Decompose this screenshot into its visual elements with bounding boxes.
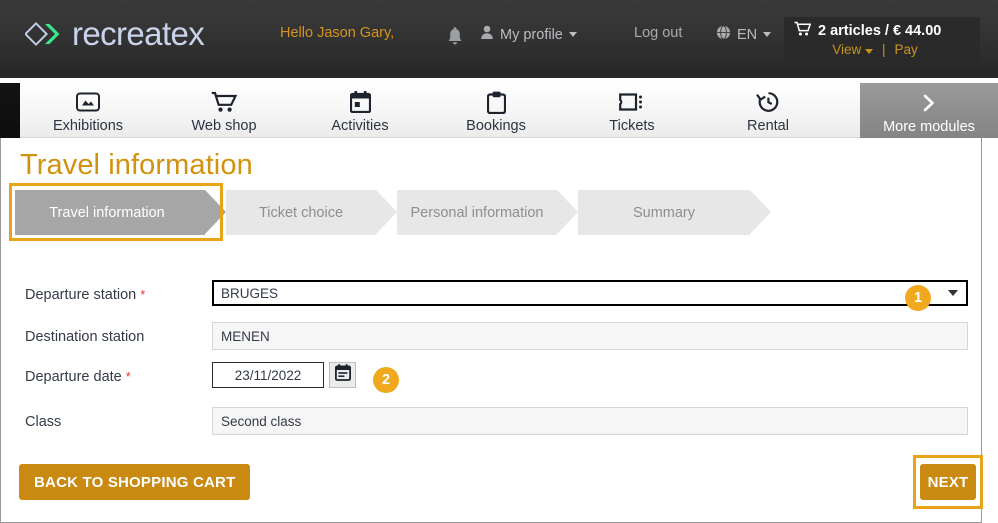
class-value: Second class <box>221 413 302 429</box>
ticket-icon <box>619 90 645 114</box>
logout-link[interactable]: Log out <box>634 25 682 41</box>
departure-station-value: BRUGES <box>221 285 279 301</box>
page-title: Travel information <box>20 149 253 181</box>
destination-station-input: MENEN <box>212 322 968 350</box>
departure-date-picker[interactable] <box>329 362 356 388</box>
image-picture-icon <box>76 90 100 114</box>
required-marker: * <box>125 369 131 384</box>
chevron-down-icon <box>568 32 577 37</box>
shopping-cart-icon <box>211 90 237 114</box>
cart-pay-link[interactable]: Pay <box>895 42 918 57</box>
destination-station-value: MENEN <box>221 328 270 344</box>
departure-station-select[interactable]: BRUGES <box>212 280 968 306</box>
next-button[interactable]: NEXT <box>920 464 976 500</box>
brand-logo[interactable]: recreatex <box>23 15 205 52</box>
chevron-down-icon <box>763 32 772 37</box>
user-greeting: Hello Jason Gary, <box>280 25 395 41</box>
module-navigation-bar: Exhibitions Web shop Activities Bookings… <box>20 83 998 138</box>
nav-item-activities[interactable]: Activities <box>292 83 428 138</box>
chevron-down-icon <box>865 49 873 54</box>
nav-label: Tickets <box>609 118 655 134</box>
nav-item-rental[interactable]: Rental <box>700 83 836 138</box>
step-label: Personal information <box>410 204 544 221</box>
nav-item-bookings[interactable]: Bookings <box>428 83 564 138</box>
departure-date-label: Departure date * <box>25 362 131 392</box>
user-icon <box>480 25 494 44</box>
cart-view-label: View <box>832 42 862 57</box>
chevron-right-icon <box>920 91 938 115</box>
wizard-stepper: Travel information Ticket choice Persona… <box>15 190 771 235</box>
field-row-departure-station: Departure station * BRUGES <box>1 280 981 322</box>
bell-icon[interactable] <box>445 26 465 48</box>
field-row-destination-station: Destination station MENEN <box>1 322 981 362</box>
departure-station-control: BRUGES <box>212 280 968 306</box>
departure-date-control: 23/11/2022 <box>212 362 356 388</box>
step-summary[interactable]: Summary <box>578 190 771 235</box>
cart-summary-panel: 2 articles / € 44.00 View | Pay <box>784 17 980 67</box>
brand-logo-text: recreatex <box>72 15 205 52</box>
step-label: Summary <box>632 204 696 221</box>
step-label: Ticket choice <box>258 204 344 221</box>
diamond-chevron-logo-icon <box>23 19 61 49</box>
cart-view-link[interactable]: View <box>832 42 873 57</box>
language-label: EN <box>737 26 758 43</box>
calendar-icon <box>349 90 371 114</box>
nav-label: Web shop <box>191 118 257 134</box>
nav-item-more-modules[interactable]: More modules <box>860 83 998 138</box>
nav-label: Activities <box>331 118 389 134</box>
class-control: Second class <box>212 407 968 435</box>
step-personal-information[interactable]: Personal information <box>397 190 578 235</box>
cart-separator: | <box>882 42 886 57</box>
field-row-class: Class Second class <box>1 407 981 447</box>
cart-summary-text: 2 articles / € 44.00 <box>818 22 942 39</box>
class-input: Second class <box>212 407 968 435</box>
globe-icon <box>716 25 731 44</box>
nav-label: Bookings <box>466 118 526 134</box>
step-ticket-choice[interactable]: Ticket choice <box>226 190 397 235</box>
nav-left-strip <box>0 83 20 138</box>
cart-total-row[interactable]: 2 articles / € 44.00 <box>784 21 980 40</box>
my-profile-label: My profile <box>500 26 563 43</box>
nav-label: More modules <box>883 119 975 135</box>
travel-information-form: Departure station * BRUGES Destination s… <box>1 280 981 447</box>
next-button-highlight: NEXT <box>913 455 983 509</box>
required-marker: * <box>140 287 146 302</box>
language-selector[interactable]: EN <box>716 25 772 44</box>
chevron-down-icon <box>948 290 958 296</box>
calendar-icon <box>334 364 351 386</box>
nav-item-exhibitions[interactable]: Exhibitions <box>20 83 156 138</box>
destination-station-control: MENEN <box>212 322 968 350</box>
label-text: Departure date <box>25 369 122 385</box>
step-travel-information[interactable]: Travel information <box>15 190 226 235</box>
cart-actions-row: View | Pay <box>784 42 980 57</box>
shopping-cart-icon <box>794 21 812 40</box>
nav-item-web-shop[interactable]: Web shop <box>156 83 292 138</box>
clipboard-icon <box>486 90 506 114</box>
clock-history-icon <box>756 90 780 114</box>
my-profile-menu[interactable]: My profile <box>480 25 577 44</box>
label-text: Departure station <box>25 287 137 303</box>
departure-station-label: Departure station * <box>25 280 145 310</box>
departure-date-value: 23/11/2022 <box>234 367 302 383</box>
top-header-bar: recreatex Hello Jason Gary, My profile L… <box>0 0 998 78</box>
step-label: Travel information <box>49 204 165 221</box>
class-label: Class <box>25 414 62 430</box>
nav-label: Exhibitions <box>52 118 124 134</box>
page-content: Travel information Travel information Ti… <box>0 138 982 523</box>
application-window: recreatex Hello Jason Gary, My profile L… <box>0 0 998 523</box>
nav-label: Rental <box>747 118 789 134</box>
destination-station-label: Destination station <box>25 329 145 345</box>
departure-date-input[interactable]: 23/11/2022 <box>212 362 324 388</box>
annotation-badge-1: 1 <box>905 285 931 311</box>
nav-item-tickets[interactable]: Tickets <box>564 83 700 138</box>
annotation-badge-2: 2 <box>373 367 399 393</box>
field-row-departure-date: Departure date * 23/11/2022 <box>1 362 981 407</box>
back-to-shopping-cart-button[interactable]: BACK TO SHOPPING CART <box>19 464 251 500</box>
